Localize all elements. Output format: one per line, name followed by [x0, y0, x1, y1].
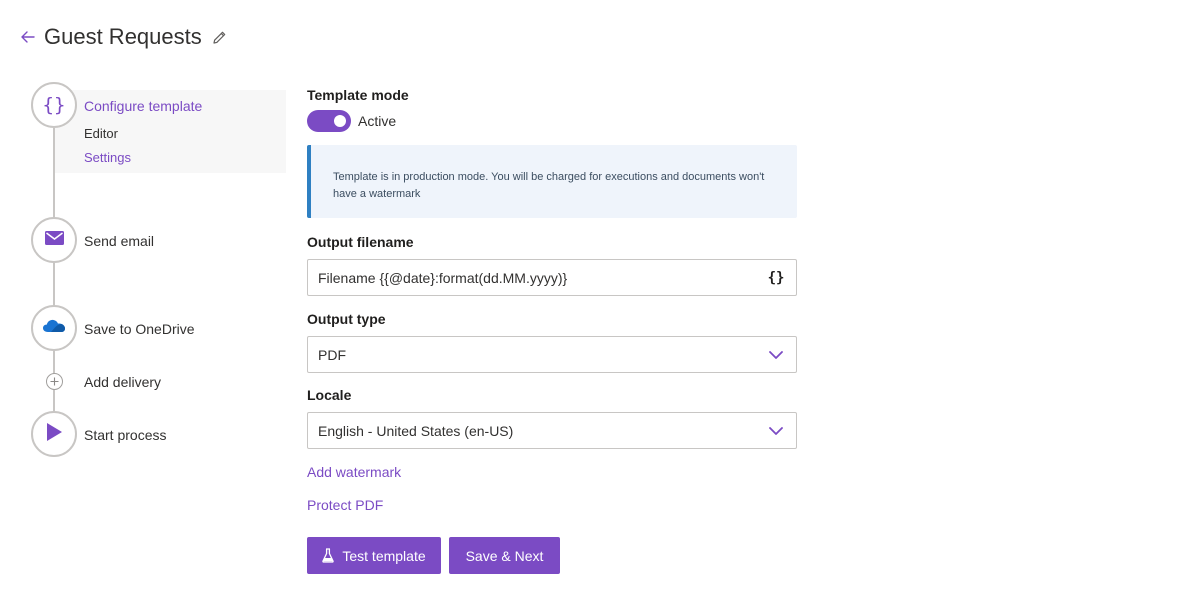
curly-braces-icon: {}: [42, 94, 66, 116]
save-next-button[interactable]: Save & Next: [449, 537, 560, 574]
step-configure-template[interactable]: Configure template: [84, 98, 202, 114]
template-mode-toggle[interactable]: [307, 110, 351, 132]
locale-select[interactable]: English - United States (en-US): [307, 412, 797, 449]
step-save-onedrive-circle[interactable]: [31, 305, 77, 351]
step-send-email-circle[interactable]: [31, 217, 77, 263]
stepper-connector: [53, 262, 55, 306]
protect-pdf-link[interactable]: Protect PDF: [307, 497, 383, 513]
output-filename-input[interactable]: Filename {{@date}:format(dd.MM.yyyy)} {}: [307, 259, 797, 296]
chevron-down-icon: [766, 345, 786, 365]
sub-item-editor[interactable]: Editor: [84, 126, 118, 141]
step-start-process[interactable]: Start process: [84, 427, 166, 443]
template-mode-toggle-label: Active: [358, 113, 397, 129]
production-mode-info-message: Template is in production mode. You will…: [307, 145, 797, 218]
envelope-icon: [44, 230, 64, 250]
onedrive-cloud-icon: [42, 318, 66, 338]
step-start-process-circle[interactable]: [31, 411, 77, 457]
add-delivery-plus-circle[interactable]: [46, 373, 63, 390]
locale-value: English - United States (en-US): [318, 422, 514, 439]
locale-label: Locale: [307, 387, 352, 403]
stepper-connector: [53, 128, 55, 218]
output-filename-label: Output filename: [307, 234, 414, 250]
add-delivery-link[interactable]: Add delivery: [84, 374, 161, 390]
flask-icon: [322, 548, 335, 563]
curly-braces-icon[interactable]: {}: [766, 268, 786, 288]
add-watermark-link[interactable]: Add watermark: [307, 464, 401, 480]
output-type-value: PDF: [318, 346, 346, 363]
chevron-down-icon: [766, 421, 786, 441]
process-stepper: {} Configure template Editor Settings Se…: [0, 0, 290, 592]
output-type-select[interactable]: PDF: [307, 336, 797, 373]
test-template-label: Test template: [342, 547, 426, 564]
sub-item-settings[interactable]: Settings: [84, 150, 131, 165]
template-mode-label: Template mode: [307, 87, 409, 103]
play-icon: [45, 422, 63, 447]
step-configure-template-circle[interactable]: {}: [31, 82, 77, 128]
output-filename-value: Filename {{@date}:format(dd.MM.yyyy)}: [318, 269, 568, 286]
step-send-email[interactable]: Send email: [84, 233, 154, 249]
output-type-label: Output type: [307, 311, 386, 327]
plus-icon: [50, 373, 59, 391]
test-template-button[interactable]: Test template: [307, 537, 441, 574]
toggle-knob: [334, 115, 346, 127]
template-mode-toggle-row: Active: [307, 110, 396, 132]
step-save-onedrive[interactable]: Save to OneDrive: [84, 321, 195, 337]
